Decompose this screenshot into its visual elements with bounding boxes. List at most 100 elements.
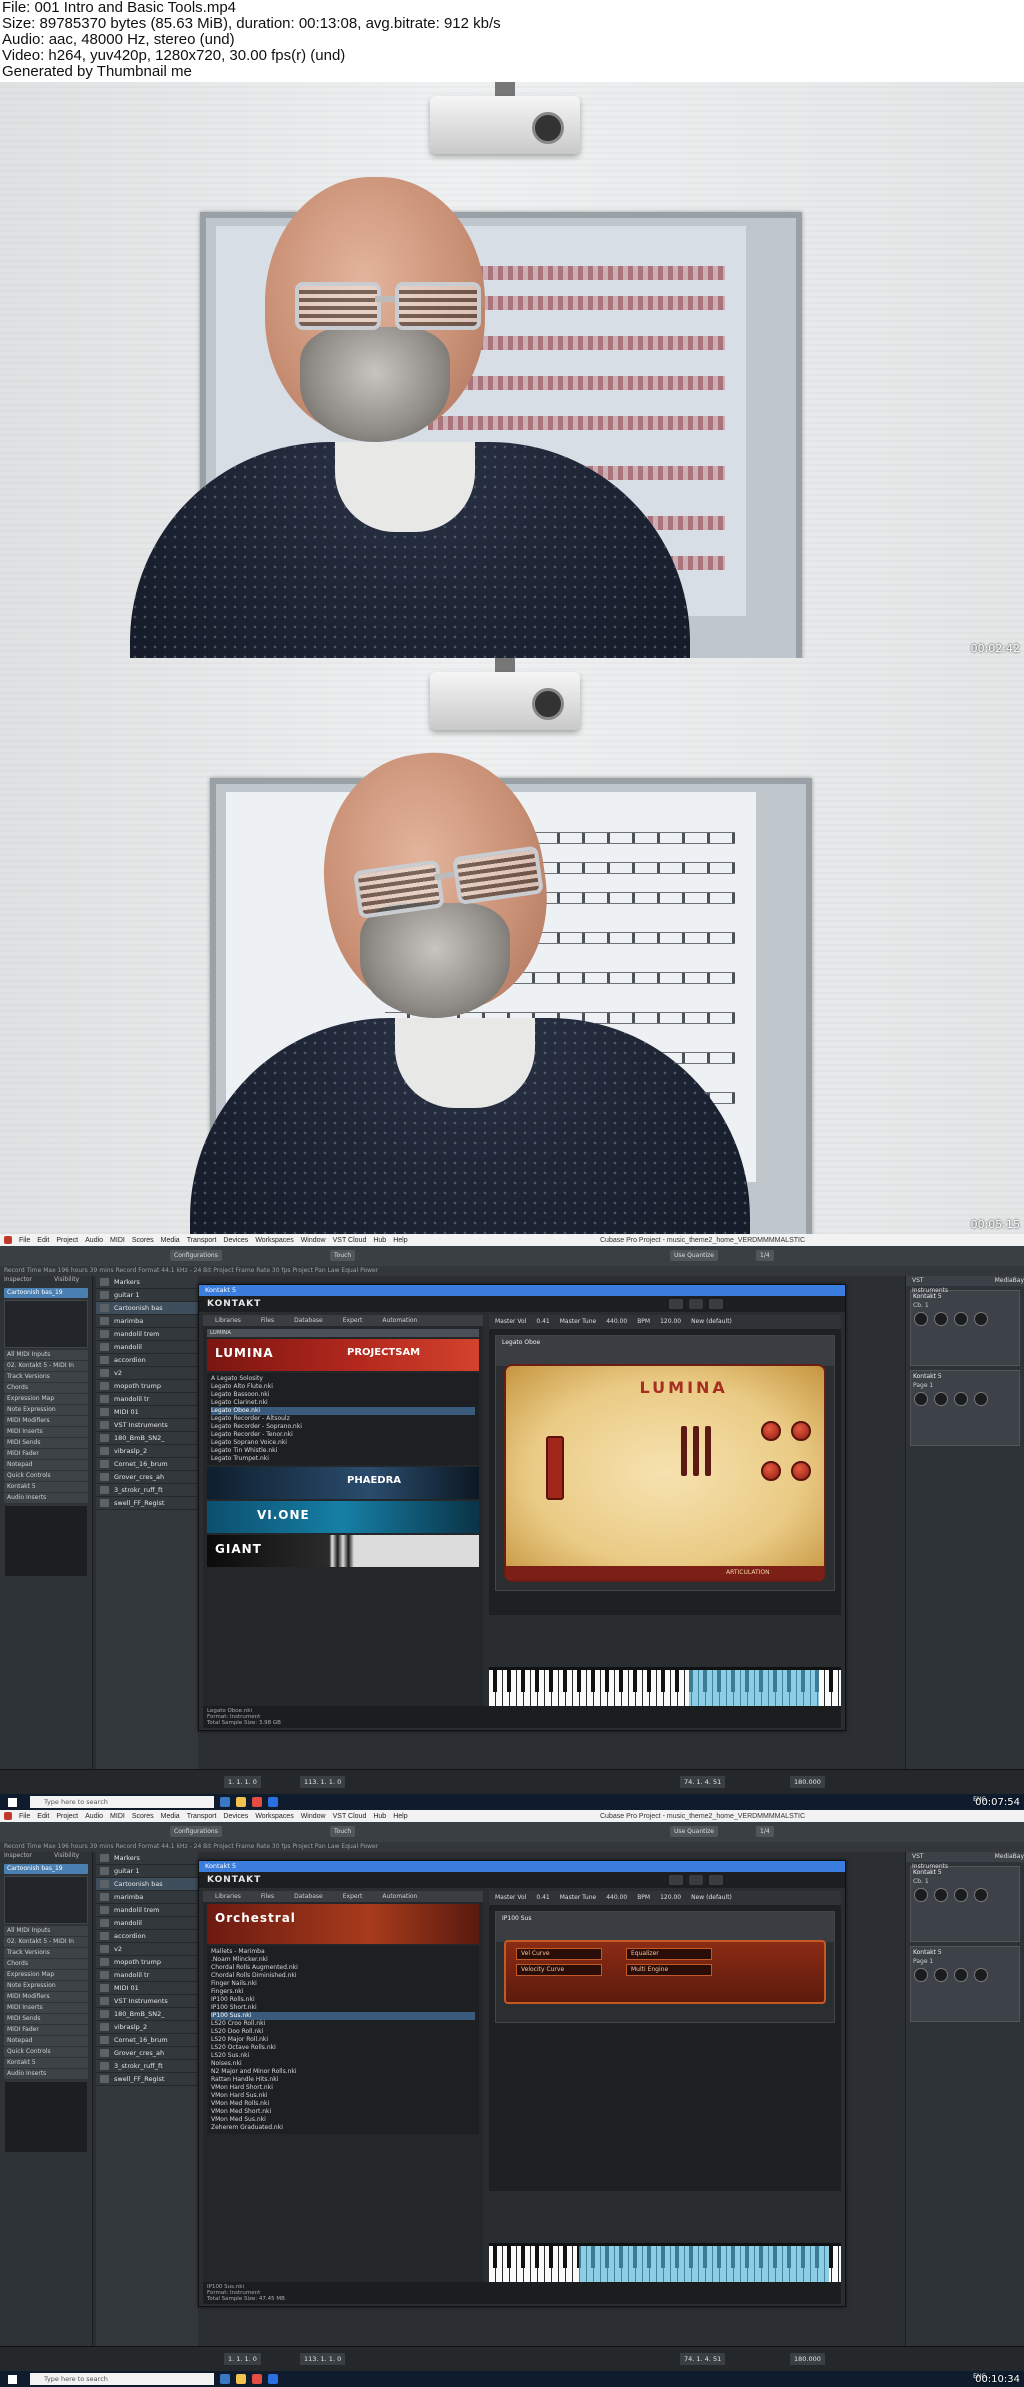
section-midi-sends[interactable]: MIDI Sends: [4, 1438, 88, 1448]
section-midi-fader[interactable]: MIDI Fader: [4, 1449, 88, 1459]
multi-engine-select[interactable]: Multi Engine: [626, 1964, 712, 1976]
tempo-display[interactable]: 180.000: [790, 1776, 825, 1788]
track-row[interactable]: mandolil trem: [96, 1328, 198, 1341]
section-midi-sends[interactable]: MIDI Sends: [4, 2014, 88, 2024]
tab-visibility[interactable]: Visibility: [54, 1852, 79, 1862]
menu-vst-cloud[interactable]: VST Cloud: [333, 1813, 367, 1820]
quantize-value-select[interactable]: 1/4: [756, 1250, 774, 1261]
save-icon[interactable]: [669, 1299, 683, 1309]
windows-start-icon[interactable]: [8, 2375, 17, 2384]
menu-media[interactable]: Media: [161, 1237, 180, 1244]
menu-workspaces[interactable]: Workspaces: [255, 1813, 293, 1820]
track-row[interactable]: Markers: [96, 1852, 198, 1865]
list-item[interactable]: Legato Recorder - Altsoulz: [211, 1415, 475, 1423]
section-midi-inserts[interactable]: MIDI Inserts: [4, 1427, 88, 1437]
menu-project[interactable]: Project: [56, 1237, 78, 1244]
list-item[interactable]: Fingers.nki: [211, 1988, 475, 1996]
mediabay-tab[interactable]: MediaBay: [995, 1276, 1024, 1286]
master-vol-value[interactable]: 0.41: [536, 1891, 549, 1905]
tab-visibility[interactable]: Visibility: [54, 1276, 79, 1286]
section-expression-map[interactable]: Expression Map: [4, 1394, 88, 1404]
track-row[interactable]: guitar 1: [96, 1865, 198, 1878]
menu-window[interactable]: Window: [301, 1813, 326, 1820]
master-vol-value[interactable]: 0.41: [536, 1315, 549, 1329]
list-item[interactable]: IP100 Sus.nki: [211, 2012, 475, 2020]
menu-transport[interactable]: Transport: [187, 1813, 217, 1820]
list-item[interactable]: LS20 Croo Roll.nki: [211, 2020, 475, 2028]
menu-audio[interactable]: Audio: [85, 1813, 103, 1820]
edge-icon[interactable]: [220, 2374, 230, 2384]
section-notepad[interactable]: Notepad: [4, 1460, 88, 1470]
menu-scores[interactable]: Scores: [132, 1237, 154, 1244]
track-row[interactable]: vibraslp_2: [96, 2021, 198, 2034]
knob[interactable]: [761, 1421, 781, 1441]
app-icon[interactable]: [252, 1797, 262, 1807]
quantize-value-select[interactable]: 1/4: [756, 1826, 774, 1837]
section-midi-fader[interactable]: MIDI Fader: [4, 2025, 88, 2035]
track-row[interactable]: marimba: [96, 1315, 198, 1328]
right-locator[interactable]: 113. 1. 1. 0: [300, 1776, 346, 1788]
articulation-bar[interactable]: ARTICULATION: [506, 1566, 824, 1580]
menu-scores[interactable]: Scores: [132, 1813, 154, 1820]
tab-expert[interactable]: Expert: [343, 1315, 363, 1326]
menu-help[interactable]: Help: [393, 1813, 407, 1820]
track-row[interactable]: 180_BmB_SN2_: [96, 2008, 198, 2021]
list-item[interactable]: Noises.nki: [211, 2060, 475, 2068]
left-locator[interactable]: 1. 1. 1. 0: [224, 2353, 261, 2365]
track-row[interactable]: mopoth trump: [96, 1956, 198, 1969]
list-item[interactable]: LS20 Doo Roll.nki: [211, 2028, 475, 2036]
list-item[interactable]: Legato Oboe.nki: [211, 1407, 475, 1415]
list-item[interactable]: VMon Med Rolls.nki: [211, 2100, 475, 2108]
inspector-track-name[interactable]: Cartoonish bas_19: [4, 1288, 88, 1298]
track-row[interactable]: mopoth trump: [96, 1380, 198, 1393]
list-item[interactable]: Legato Bassoon.nki: [211, 1391, 475, 1399]
list-item[interactable]: Rattan Handle Hits.nki: [211, 2076, 475, 2084]
tab-database[interactable]: Database: [294, 1891, 323, 1902]
library-banner-orchestral[interactable]: Orchestral: [207, 1904, 479, 1944]
inspector-kontakt-tab[interactable]: Kontakt 5: [4, 2058, 88, 2068]
section-note-expression[interactable]: Note Expression: [4, 1405, 88, 1415]
menu-midi[interactable]: MIDI: [110, 1237, 125, 1244]
instrument-slot-2[interactable]: Kontakt 5 Page 1: [910, 1946, 1020, 2022]
keyboard-icon[interactable]: [709, 1299, 723, 1309]
track-row[interactable]: accordion: [96, 1930, 198, 1943]
track-row[interactable]: marimba: [96, 1891, 198, 1904]
section-midi-modifiers[interactable]: MIDI Modifiers: [4, 1992, 88, 2002]
position-display[interactable]: 74. 1. 4. 51: [680, 1776, 726, 1788]
tab-automation[interactable]: Automation: [382, 1891, 417, 1902]
section-chords[interactable]: Chords: [4, 1383, 88, 1393]
kontakt-title-bar[interactable]: Kontakt 5: [199, 1861, 845, 1872]
taskbar-search[interactable]: Type here to search: [30, 2373, 214, 2385]
tab-libraries[interactable]: Libraries: [215, 1891, 241, 1902]
inspector-audio-inserts[interactable]: Audio Inserts: [4, 1493, 88, 1503]
menu-devices[interactable]: Devices: [223, 1813, 248, 1820]
multi-name[interactable]: New (default): [691, 1891, 732, 1905]
velocity-curve-select[interactable]: Velocity Curve: [516, 1964, 602, 1976]
vel-curve-select[interactable]: Vel Curve: [516, 1948, 602, 1960]
touch-mode-select[interactable]: Touch: [330, 1250, 356, 1261]
app-icon[interactable]: [268, 2374, 278, 2384]
tab-inspector[interactable]: Inspector: [4, 1276, 32, 1286]
library-banner-lumina[interactable]: LUMINA PROJECTSAM: [207, 1339, 479, 1371]
list-item[interactable]: LS20 Octave Rolls.nki: [211, 2044, 475, 2052]
section-quick-controls[interactable]: Quick Controls: [4, 1471, 88, 1481]
track-row[interactable]: mandolil: [96, 1341, 198, 1354]
list-item[interactable]: LS20 Sus.nki: [211, 2052, 475, 2060]
master-tune-value[interactable]: 440.00: [606, 1891, 627, 1905]
midi-input-select[interactable]: All MIDI Inputs: [4, 1926, 88, 1936]
fader[interactable]: [705, 1426, 711, 1476]
midi-output-select[interactable]: 02. Kontakt 5 - MIDI In: [4, 1937, 88, 1947]
inspector-audio-inserts[interactable]: Audio Inserts: [4, 2069, 88, 2079]
gear-icon[interactable]: [689, 1299, 703, 1309]
section-quick-controls[interactable]: Quick Controls: [4, 2047, 88, 2057]
menu-file[interactable]: File: [19, 1237, 30, 1244]
section-chords[interactable]: Chords: [4, 1959, 88, 1969]
track-row[interactable]: v2: [96, 1943, 198, 1956]
list-item[interactable]: Legato Tin Whistle.nki: [211, 1447, 475, 1455]
tab-inspector[interactable]: Inspector: [4, 1852, 32, 1862]
section-track-versions[interactable]: Track Versions: [4, 1372, 88, 1382]
windows-start-icon[interactable]: [8, 1798, 17, 1807]
bpm-value[interactable]: 120.00: [660, 1891, 681, 1905]
keyboard-icon[interactable]: [709, 1875, 723, 1885]
track-row[interactable]: mandolil tr: [96, 1969, 198, 1982]
